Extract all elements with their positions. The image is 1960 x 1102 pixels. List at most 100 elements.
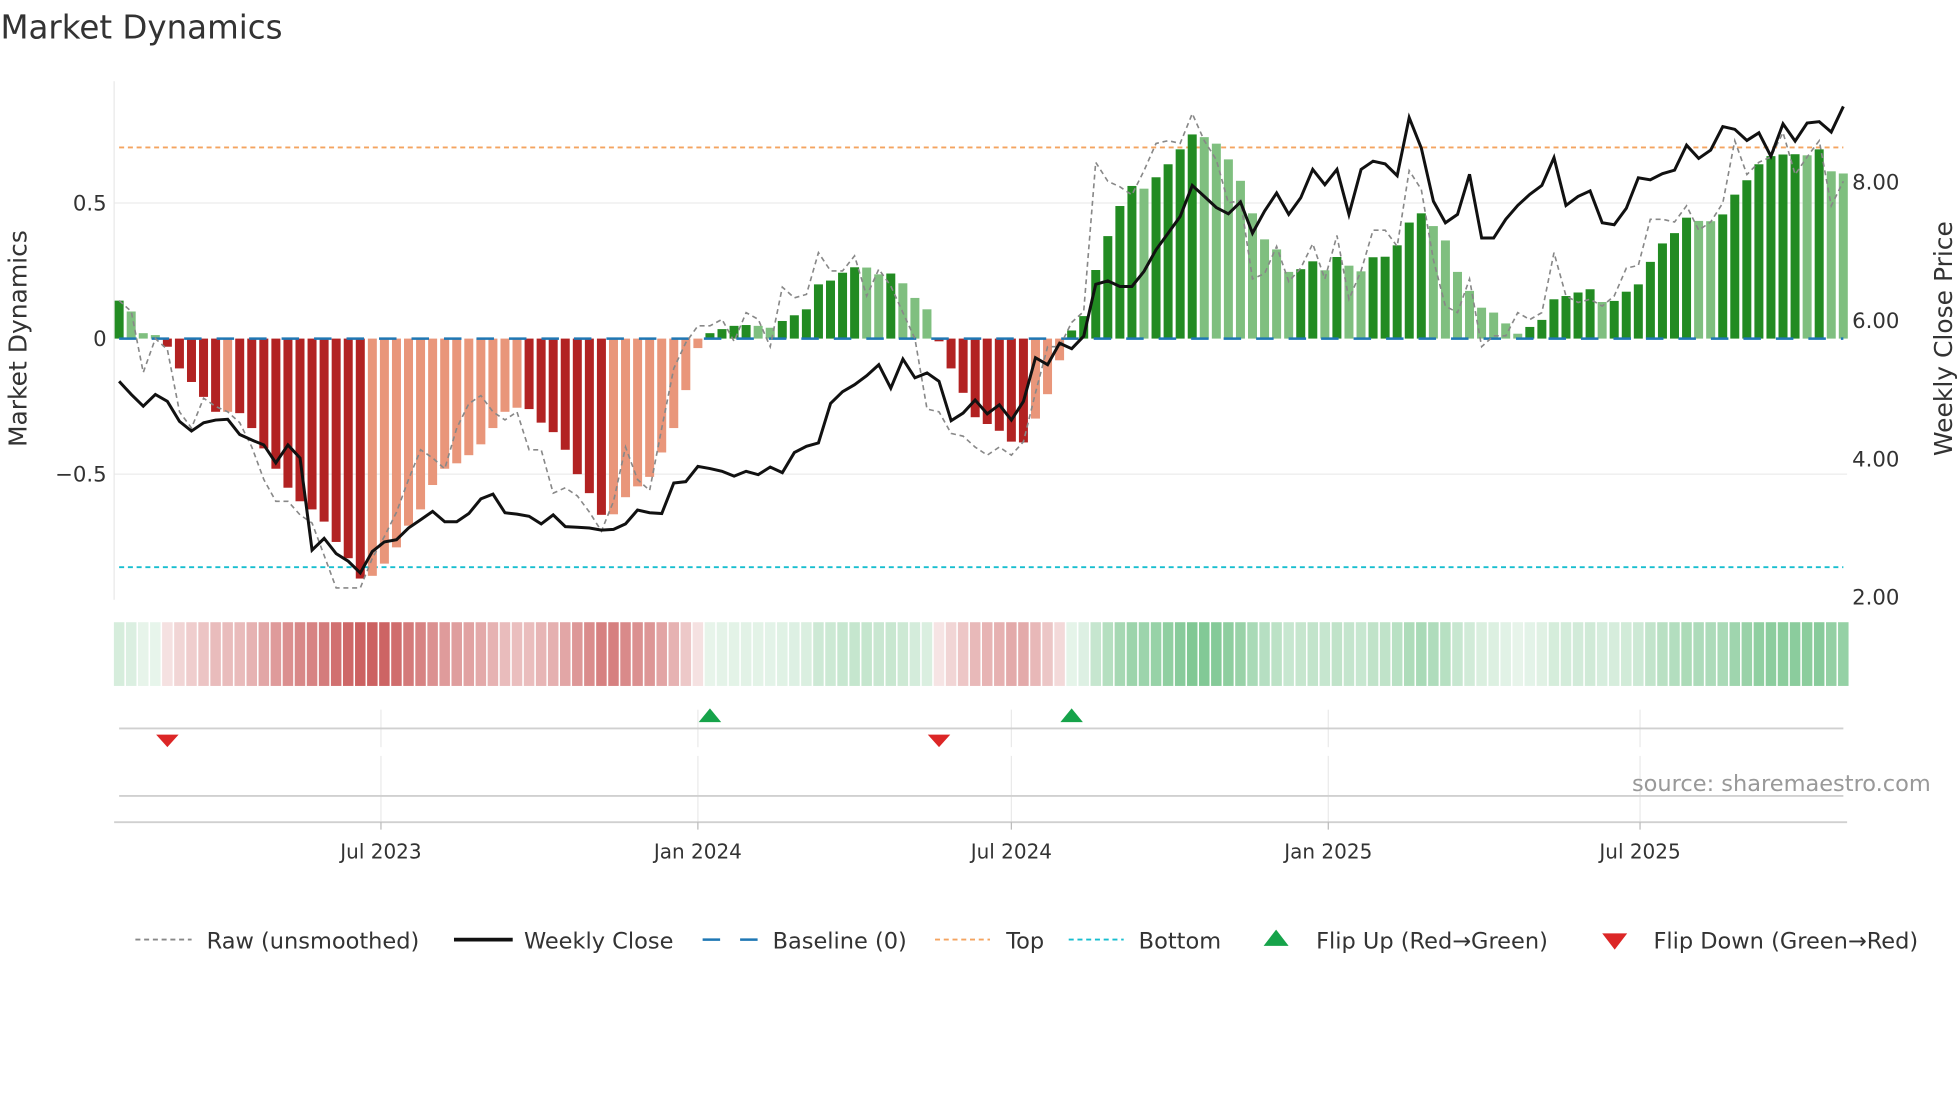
strip-cell <box>1259 622 1270 686</box>
bar <box>584 338 594 494</box>
strip-cell <box>861 622 872 686</box>
strip-cell <box>1211 622 1222 686</box>
strip-cell <box>1102 622 1114 686</box>
strip-cell <box>511 622 523 686</box>
strip-cell <box>1391 622 1403 686</box>
flip-down-marker <box>156 734 179 748</box>
strip-cell <box>1621 622 1632 686</box>
strip-cell <box>535 622 547 686</box>
y-tick-label: 0 <box>93 327 107 352</box>
bar <box>801 309 811 339</box>
strip-cell <box>921 622 933 686</box>
heat-strip <box>113 622 1849 686</box>
strip-cell <box>391 622 402 686</box>
strip-cell <box>608 622 619 686</box>
strip-cell <box>740 622 752 686</box>
bar <box>874 274 884 339</box>
raw-line <box>118 111 1845 589</box>
strip-cell <box>1584 622 1596 686</box>
strip-cell <box>1199 622 1210 686</box>
strip-cell <box>1645 622 1656 686</box>
bar <box>1657 243 1667 339</box>
strip-cell <box>439 622 450 686</box>
strip-cell <box>294 622 306 686</box>
strip-cell <box>1018 622 1029 686</box>
strip-cell <box>885 622 897 686</box>
strip-cell <box>704 622 716 686</box>
bar <box>1199 137 1209 339</box>
bar <box>1187 134 1197 339</box>
bar <box>1645 261 1655 339</box>
legend-label: Bottom <box>1139 928 1221 954</box>
strip-cell <box>596 622 607 686</box>
legend-label: Weekly Close <box>524 928 673 954</box>
y2-tick-label: 2.00 <box>1852 586 1899 611</box>
bar <box>862 267 872 339</box>
strip-cell <box>138 622 149 686</box>
strip-cell <box>1355 622 1367 686</box>
bar <box>391 338 401 548</box>
x-tick-label: Jan 2025 <box>1282 839 1372 863</box>
strip-cell <box>1838 622 1849 686</box>
strip-cell <box>306 622 318 686</box>
bar <box>367 338 377 576</box>
bar <box>729 325 739 339</box>
strip-cell <box>1006 622 1017 686</box>
bar <box>199 338 209 397</box>
bar <box>958 338 968 393</box>
strip-cell <box>1596 622 1608 686</box>
strip-cell <box>1681 622 1692 686</box>
bar <box>886 273 896 339</box>
strip-cell <box>1066 622 1077 686</box>
strip-cell <box>801 622 812 686</box>
strip-cell <box>1789 622 1801 686</box>
bar <box>1332 256 1342 339</box>
bar <box>1525 326 1535 339</box>
strip-cell <box>258 622 270 686</box>
strip-cell <box>1524 622 1536 686</box>
bar <box>572 338 582 475</box>
bar <box>536 338 546 423</box>
strip-cell <box>560 622 571 686</box>
legend-flip-down-icon <box>1602 933 1628 950</box>
strip-cell <box>644 622 655 686</box>
strip-cell <box>957 622 969 686</box>
bar <box>271 338 281 469</box>
strip-cell <box>1500 622 1511 686</box>
bar <box>1621 291 1631 339</box>
strip-cell <box>1078 622 1089 686</box>
strip-cell <box>752 622 764 686</box>
bar <box>416 338 426 510</box>
strip-cell <box>680 622 692 686</box>
x-tick-label: Jul 2023 <box>338 839 421 863</box>
bar <box>777 320 787 339</box>
bar <box>1296 269 1306 339</box>
strip-cell <box>1753 622 1765 686</box>
bar <box>1682 217 1692 339</box>
strip-cell <box>222 622 233 686</box>
bar <box>174 338 184 369</box>
strip-cell <box>1223 622 1234 686</box>
strip-cell <box>1669 622 1680 686</box>
bar <box>343 338 353 559</box>
strip-cell <box>174 622 185 686</box>
bar <box>813 284 823 339</box>
bar <box>1223 159 1233 339</box>
strip-cell <box>318 622 330 686</box>
bar <box>524 338 534 410</box>
bar <box>211 338 221 412</box>
strip-cell <box>981 622 993 686</box>
strip-cell <box>1777 622 1789 686</box>
bar <box>1633 284 1643 339</box>
flip-up-marker <box>1060 708 1083 723</box>
x-tick-label: Jul 2025 <box>1597 839 1680 863</box>
bar <box>283 338 293 488</box>
x-tick-label: Jul 2024 <box>969 839 1052 863</box>
strip-cell <box>584 622 595 686</box>
strip-cell <box>909 622 921 686</box>
strip-cell <box>1729 622 1741 686</box>
flip-down-marker <box>927 734 951 748</box>
strip-cell <box>1319 622 1331 686</box>
y2-tick-label: 8.00 <box>1852 170 1899 195</box>
bar <box>1718 214 1728 339</box>
